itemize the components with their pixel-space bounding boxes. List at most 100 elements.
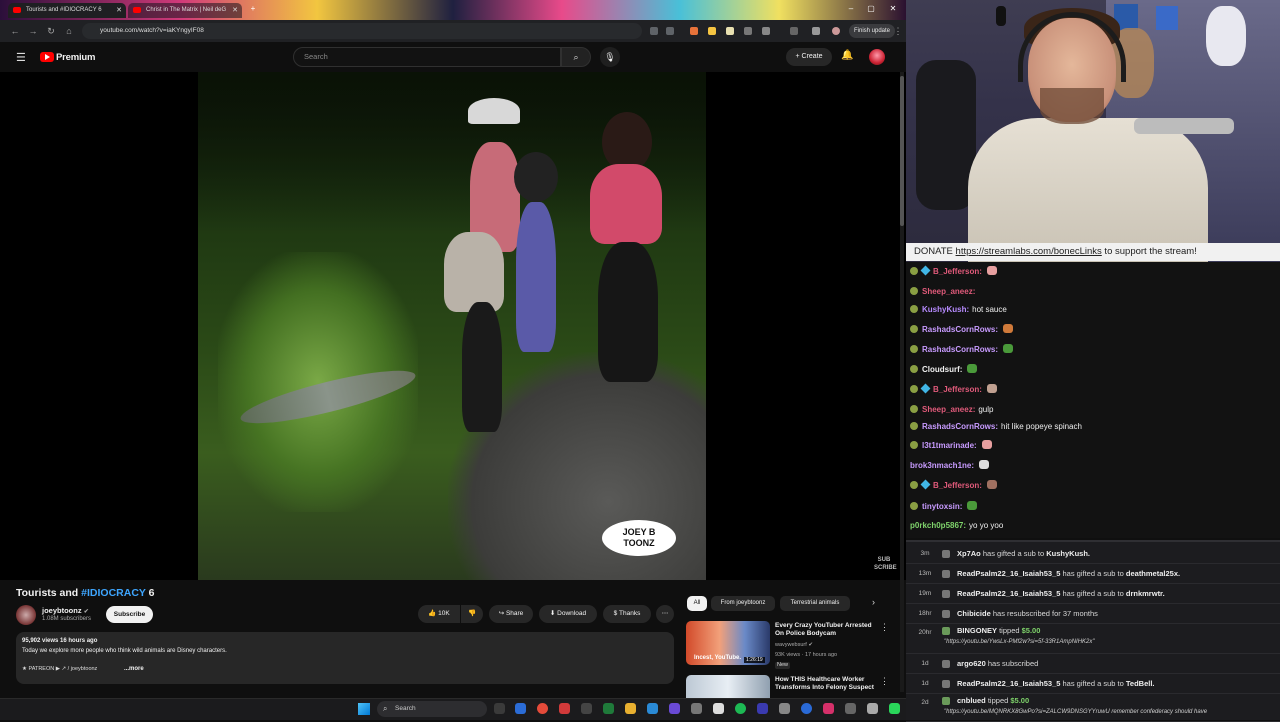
spotify-icon[interactable] [735, 703, 746, 714]
hashtag-link[interactable]: #IDIOCRACY [81, 587, 146, 599]
finish-update-button[interactable]: Finish update [849, 24, 895, 38]
taskbar-search[interactable]: ⌕ Search [377, 701, 487, 717]
forward-icon[interactable]: → [26, 24, 40, 38]
event-user[interactable]: BINGONEY [957, 626, 997, 635]
app-icon[interactable] [559, 703, 570, 714]
scrollbar-thumb[interactable] [900, 76, 904, 226]
app-icon[interactable] [779, 703, 790, 714]
channel-avatar[interactable] [16, 605, 36, 625]
app-icon[interactable] [823, 703, 834, 714]
recommendation-channel[interactable]: wavywebsurf ✔ [775, 642, 813, 649]
chat-username[interactable]: B_Jefferson: [933, 267, 982, 276]
edge-icon[interactable] [515, 703, 526, 714]
video-player[interactable]: JOEY B TOONZ [198, 72, 706, 580]
install-app-icon[interactable] [650, 27, 658, 35]
tab-inactive[interactable]: Christ in The Matrix | Neil deG ✕ [128, 3, 242, 18]
event-target[interactable]: TedBell. [1126, 679, 1155, 688]
page-scrollbar[interactable] [900, 72, 904, 692]
download-button[interactable]: ⬇ Download [539, 605, 597, 623]
tab-active[interactable]: Tourists and #IDIOCRACY 6 ✕ [8, 3, 126, 18]
extension-icon[interactable] [690, 27, 698, 35]
event-target[interactable]: KushyKush. [1046, 549, 1090, 558]
event-target[interactable]: $5.00 [1010, 696, 1029, 705]
event-user[interactable]: ReadPsalm22_16_Isaiah53_5 [957, 589, 1060, 598]
recommendation-title[interactable]: How THIS Healthcare Worker Transforms In… [775, 676, 879, 692]
bookmark-star-icon[interactable] [666, 27, 674, 35]
channel-name[interactable]: joeybtoonz ✔ [42, 606, 89, 615]
recommendation-menu-icon[interactable]: ⋮ [880, 676, 889, 687]
patreon-link[interactable]: ★ PATREON ▶ ↗ / joeybtoonz [22, 666, 97, 672]
chat-username[interactable]: Sheep_aneez: [922, 405, 975, 414]
windows-start-icon[interactable] [358, 703, 370, 715]
event-user[interactable]: ReadPsalm22_16_Isaiah53_5 [957, 569, 1060, 578]
profile-icon[interactable] [832, 27, 840, 35]
event-target[interactable]: $5.00 [1022, 626, 1041, 635]
chat-username[interactable]: KushyKush: [922, 305, 969, 314]
close-tab-icon[interactable]: ✕ [232, 3, 238, 18]
recommendation-title[interactable]: Every Crazy YouTuber Arrested On Police … [775, 622, 879, 638]
chat-username[interactable]: B_Jefferson: [933, 481, 982, 490]
extensions-puzzle-icon[interactable] [762, 27, 770, 35]
event-user[interactable]: argo620 [957, 659, 986, 668]
chip-all[interactable]: All [687, 596, 707, 611]
show-more-link[interactable]: ...more [124, 666, 144, 672]
search-input[interactable]: Search [293, 47, 561, 67]
chip-from-channel[interactable]: From joeybtoonz [711, 596, 775, 611]
like-button[interactable]: 👍 10K [418, 605, 460, 623]
chrome-icon[interactable] [537, 703, 548, 714]
chat-username[interactable]: RashadsCornRows: [922, 422, 998, 431]
home-icon[interactable]: ⌂ [62, 24, 76, 38]
donate-link[interactable]: https://streamlabs.com/bonecLinks [956, 246, 1102, 257]
event-user[interactable]: Chibicide [957, 609, 991, 618]
chat-username[interactable]: tinytoxsin: [922, 502, 962, 511]
app-icon[interactable] [669, 703, 680, 714]
account-avatar[interactable] [869, 49, 885, 65]
app-icon[interactable] [713, 703, 724, 714]
event-user[interactable]: cnblued [957, 696, 986, 705]
extension-icon[interactable] [708, 27, 716, 35]
chat-username[interactable]: Sheep_aneez: [922, 287, 975, 296]
more-actions-button[interactable]: ⋯ [656, 605, 674, 623]
app-icon[interactable] [691, 703, 702, 714]
microphone-icon[interactable]: 🎙 [600, 47, 620, 67]
chips-next-icon[interactable]: › [872, 597, 875, 607]
dislike-button[interactable]: 👎 [461, 605, 483, 623]
extension-icon[interactable] [726, 27, 734, 35]
event-user[interactable]: ReadPsalm22_16_Isaiah53_5 [957, 679, 1060, 688]
event-tip-message[interactable]: "https://youtu.be/MQNRKX8GwPo?si=ZALCW9D… [944, 708, 1207, 716]
notification-bell-icon[interactable]: 🔔 [841, 50, 853, 61]
event-user[interactable]: Xp7Ao [957, 549, 981, 558]
back-icon[interactable]: ← [8, 24, 22, 38]
sidepanel-icon[interactable] [790, 27, 798, 35]
new-tab-icon[interactable]: + [244, 2, 262, 16]
task-view-icon[interactable] [494, 703, 505, 714]
search-icon[interactable]: ⌕ [561, 47, 591, 67]
create-button[interactable]: + Create [786, 48, 832, 66]
subscribe-corner-mark[interactable]: SUB SCRIBE [874, 556, 897, 572]
chat-username[interactable]: RashadsCornRows: [922, 345, 998, 354]
app-icon[interactable] [581, 703, 592, 714]
chat-username[interactable]: Cloudsurf: [922, 365, 962, 374]
app-icon[interactable] [845, 703, 856, 714]
app-icon[interactable] [867, 703, 878, 714]
close-tab-icon[interactable]: ✕ [116, 3, 122, 18]
chat-username[interactable]: l3t1tmarinade: [922, 441, 977, 450]
event-target[interactable]: deathmetal25x. [1126, 569, 1180, 578]
chat-username[interactable]: p0rkch0p5867: [910, 521, 966, 530]
chat-username[interactable]: RashadsCornRows: [922, 325, 998, 334]
description-box[interactable]: 95,902 views 16 hours ago Today we explo… [16, 632, 674, 684]
maximize-icon[interactable]: ▢ [862, 2, 880, 16]
thanks-button[interactable]: $ Thanks [603, 605, 651, 623]
hamburger-menu-icon[interactable]: ☰ [16, 51, 26, 64]
app-icon[interactable] [603, 703, 614, 714]
minimize-icon[interactable]: – [842, 2, 860, 16]
chat-username[interactable]: B_Jefferson: [933, 385, 982, 394]
chat-username[interactable]: brok3nmach1ne: [910, 461, 974, 470]
share-button[interactable]: ↪ Share [489, 605, 533, 623]
recommendation-menu-icon[interactable]: ⋮ [880, 622, 889, 633]
event-tip-message[interactable]: "https://youtu.be/YwsLx-PMf2w?si=5f-33R1… [944, 638, 1095, 646]
extension-icon[interactable] [744, 27, 752, 35]
close-window-icon[interactable]: ✕ [884, 2, 902, 16]
download-icon[interactable] [812, 27, 820, 35]
url-field[interactable]: youtube.com/watch?v=iaKYngyIF08 [82, 23, 642, 39]
